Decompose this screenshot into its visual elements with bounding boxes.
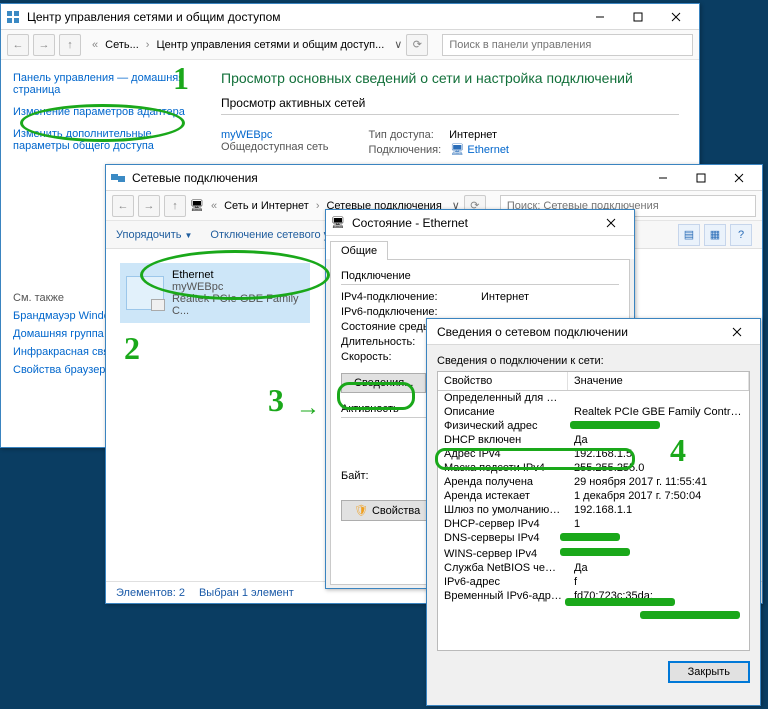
view-icon[interactable]: ▤ <box>678 224 700 246</box>
back-button[interactable]: ← <box>112 195 134 217</box>
ethernet-icon: 🖥 <box>330 215 346 231</box>
address-bar: ← → ↑ « Сеть... › Центр управления сетям… <box>1 30 699 60</box>
details-label: Сведения о подключении к сети: <box>437 355 750 367</box>
up-button[interactable]: ↑ <box>164 195 186 217</box>
forward-button[interactable]: → <box>138 195 160 217</box>
table-row[interactable]: ОписаниеRealtek PCIe GBE Family Controll… <box>438 405 749 419</box>
table-row[interactable]: DNS-серверы IPv4 <box>438 531 749 545</box>
advanced-sharing-link[interactable]: Изменить дополнительные параметры общего… <box>13 128 189 152</box>
details-dialog: Сведения о сетевом подключении Сведения … <box>426 318 761 706</box>
adapter-icon <box>126 276 164 310</box>
table-row[interactable]: Определенный для по... <box>438 391 749 405</box>
table-row[interactable]: Аренда истекает1 декабря 2017 г. 7:50:04 <box>438 489 749 503</box>
table-row[interactable]: IPv6-адресf <box>438 575 749 589</box>
network-icon <box>110 170 126 186</box>
col-property[interactable]: Свойство <box>438 372 568 390</box>
adapter-item[interactable]: Ethernet myWEBpc Realtek PCIe GBE Family… <box>120 263 310 323</box>
forward-button[interactable]: → <box>33 34 55 56</box>
change-adapter-settings-link[interactable]: Изменение параметров адаптера <box>13 106 189 118</box>
table-row[interactable]: Временный IPv6-адресfd70:723c:35da: <box>438 589 749 603</box>
control-panel-home-link[interactable]: Панель управления — домашняя страница <box>13 72 189 96</box>
maximize-button[interactable] <box>682 166 720 190</box>
selection-count: Выбран 1 элемент <box>199 587 294 599</box>
minimize-button[interactable] <box>581 5 619 29</box>
details-table: Свойство Значение Определенный для по...… <box>437 371 750 651</box>
view-options-icon[interactable]: ▦ <box>704 224 726 246</box>
table-row[interactable]: Адрес IPv4192.168.1.5 <box>438 447 749 461</box>
table-row[interactable]: Физический адресB <box>438 419 749 433</box>
titlebar[interactable]: 🖥 Состояние - Ethernet <box>326 210 634 236</box>
table-row[interactable]: Шлюз по умолчанию IP...192.168.1.1 <box>438 503 749 517</box>
organize-menu[interactable]: Упорядочить▼ <box>116 229 192 241</box>
titlebar[interactable]: Сведения о сетевом подключении <box>427 319 760 345</box>
monitor-icon: 🖥 <box>450 144 464 156</box>
up-button[interactable]: ↑ <box>59 34 81 56</box>
close-button[interactable] <box>657 5 695 29</box>
network-center-icon <box>5 9 21 25</box>
breadcrumb[interactable]: Центр управления сетями и общим доступ..… <box>156 39 384 51</box>
table-row[interactable]: Служба NetBIOS через...Да <box>438 561 749 575</box>
network-type: Общедоступная сеть <box>221 141 329 153</box>
table-row[interactable]: DHCP-сервер IPv41 <box>438 517 749 531</box>
close-dialog-button[interactable]: Закрыть <box>668 661 750 683</box>
breadcrumb[interactable]: Сеть и Интернет <box>224 200 309 212</box>
shield-icon: 🛡 <box>354 504 368 517</box>
breadcrumb[interactable]: Сеть... <box>105 39 139 51</box>
close-button[interactable] <box>720 166 758 190</box>
help-icon[interactable]: ? <box>730 224 752 246</box>
window-title: Сетевые подключения <box>132 171 644 185</box>
search-input[interactable] <box>442 34 693 56</box>
titlebar[interactable]: Центр управления сетями и общим доступом <box>1 4 699 30</box>
item-count: Элементов: 2 <box>116 587 185 599</box>
back-button[interactable]: ← <box>7 34 29 56</box>
maximize-button[interactable] <box>619 5 657 29</box>
window-title: Центр управления сетями и общим доступом <box>27 10 581 24</box>
close-button[interactable] <box>718 320 756 344</box>
adapter-network: myWEBpc <box>172 281 304 293</box>
adapter-name: Ethernet <box>172 269 304 281</box>
connection-link[interactable]: Ethernet <box>467 144 509 156</box>
details-button[interactable]: Сведения... <box>341 373 426 393</box>
network-name[interactable]: myWEBpc <box>221 129 329 141</box>
refresh-icon[interactable]: ⟳ <box>406 34 428 56</box>
properties-button[interactable]: 🛡Свойства <box>341 500 433 521</box>
window-title: Состояние - Ethernet <box>352 216 592 230</box>
adapter-device: Realtek PCIe GBE Family C... <box>172 293 304 317</box>
titlebar[interactable]: Сетевые подключения <box>106 165 762 191</box>
table-row[interactable]: Аренда получена29 ноября 2017 г. 11:55:4… <box>438 475 749 489</box>
minimize-button[interactable] <box>644 166 682 190</box>
close-button[interactable] <box>592 211 630 235</box>
table-row[interactable]: DHCP включенДа <box>438 433 749 447</box>
active-networks-group: Просмотр активных сетей <box>221 96 679 115</box>
page-title: Просмотр основных сведений о сети и наст… <box>221 70 679 86</box>
access-value: Интернет <box>449 129 497 141</box>
connection-group: Подключение <box>341 270 619 285</box>
table-row[interactable]: WINS-сервер IPv4 <box>438 547 749 561</box>
path-icon: 🖥 <box>190 199 204 212</box>
window-title: Сведения о сетевом подключении <box>431 325 718 339</box>
table-row[interactable]: Маска подсети IPv4255.255.255.0 <box>438 461 749 475</box>
tab-general[interactable]: Общие <box>330 241 388 260</box>
col-value[interactable]: Значение <box>568 372 749 390</box>
